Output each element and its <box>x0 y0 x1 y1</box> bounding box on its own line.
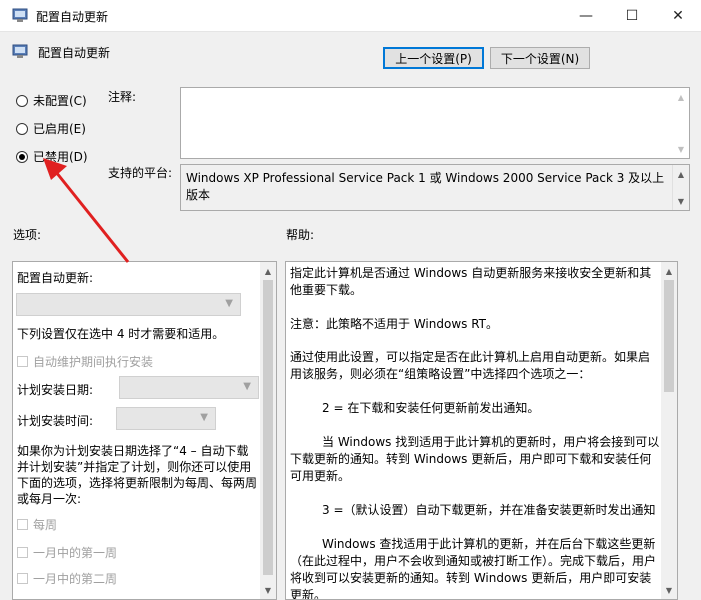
scroll-up-icon[interactable]: ▲ <box>661 263 677 279</box>
comment-label: 注释: <box>108 90 137 104</box>
help-scrollbar[interactable]: ▲ ▼ <box>661 262 677 599</box>
scroll-up-icon[interactable]: ▲ <box>260 263 276 279</box>
schedule-day-dropdown[interactable]: ▼ <box>119 376 259 399</box>
minimize-button[interactable]: — <box>563 0 609 31</box>
radio-label: 未配置(C) <box>33 94 87 108</box>
schedule-time-label: 计划安装时间: <box>17 414 94 428</box>
help-panel: 指定此计算机是否通过 Windows 自动更新服务来接收安全更新和其他重要下载。… <box>285 261 678 600</box>
schedule-description: 如果你为计划安装日期选择了“4 – 自动下载并计划安装”并指定了计划，则你还可以… <box>17 444 258 506</box>
checkbox[interactable] <box>17 519 28 530</box>
radio-circle[interactable] <box>16 94 28 107</box>
scroll-up-icon[interactable]: ▲ <box>673 89 689 105</box>
scroll-down-icon[interactable]: ▼ <box>661 582 677 598</box>
options-scrollbar[interactable]: ▲ ▼ <box>260 262 276 599</box>
platform-label: 支持的平台: <box>108 166 173 180</box>
radio-not-configured[interactable]: 未配置(C) <box>16 92 87 109</box>
options-panel: 配置自动更新: ▼ 下列设置仅在选中 4 时才需要和适用。 自动维护期间执行安装… <box>12 261 277 600</box>
auto-maintenance-checkbox-row[interactable]: 自动维护期间执行安装 <box>17 353 153 370</box>
scroll-up-icon[interactable]: ▲ <box>673 166 689 182</box>
radio-label: 已禁用(D) <box>33 150 88 164</box>
options-note: 下列设置仅在选中 4 时才需要和适用。 <box>17 327 225 341</box>
chevron-down-icon: ▼ <box>225 298 233 309</box>
chevron-down-icon: ▼ <box>243 381 251 392</box>
maximize-button[interactable]: ☐ <box>609 0 655 31</box>
first-week-checkbox-row[interactable]: 一月中的第一周 <box>17 544 117 561</box>
platform-box: Windows XP Professional Service Pack 1 或… <box>180 164 690 211</box>
scroll-down-icon[interactable]: ▼ <box>673 141 689 157</box>
radio-label: 已启用(E) <box>33 122 86 136</box>
help-paragraph: 通过使用此设置，可以指定是否在此计算机上启用自动更新。如果启用该服务，则必须在“… <box>290 350 651 381</box>
schedule-time-dropdown[interactable]: ▼ <box>116 407 216 430</box>
help-heading: 帮助: <box>286 228 315 242</box>
help-paragraph: 2 = 在下载和安装任何更新前发出通知。 <box>322 401 540 415</box>
second-week-checkbox-row[interactable]: 一月中的第二周 <box>17 570 117 587</box>
weekly-checkbox-row[interactable]: 每周 <box>17 516 57 533</box>
configure-updates-label: 配置自动更新: <box>17 271 94 285</box>
comment-textarea[interactable]: ▲ ▼ <box>180 87 690 159</box>
previous-setting-button[interactable]: 上一个设置(P) <box>383 47 484 69</box>
platform-text: Windows XP Professional Service Pack 1 或… <box>186 171 665 202</box>
minimize-icon: — <box>579 7 593 24</box>
setting-title: 配置自动更新 <box>38 46 111 60</box>
scroll-down-icon[interactable]: ▼ <box>673 193 689 209</box>
comment-scrollbar[interactable]: ▲ ▼ <box>673 88 689 158</box>
help-paragraph: Windows 查找适用于此计算机的更新，并在后台下载这些更新（在此过程中，用户… <box>290 537 657 600</box>
scroll-down-icon[interactable]: ▼ <box>260 582 276 598</box>
checkbox[interactable] <box>17 573 28 584</box>
close-icon: ✕ <box>672 7 684 24</box>
scroll-thumb[interactable] <box>263 280 273 575</box>
options-heading: 选项: <box>13 228 42 242</box>
window-title: 配置自动更新 <box>36 10 109 24</box>
policy-app-icon <box>12 8 28 22</box>
radio-disabled[interactable]: 已禁用(D) <box>16 148 88 165</box>
radio-circle-selected[interactable] <box>16 150 28 163</box>
help-paragraph: 3 =（默认设置）自动下载更新，并在准备安装更新时发出通知 <box>322 503 656 517</box>
configure-updates-dropdown[interactable]: ▼ <box>16 293 241 316</box>
platform-scrollbar[interactable]: ▲ ▼ <box>672 165 689 210</box>
scroll-thumb[interactable] <box>664 280 674 392</box>
maximize-icon: ☐ <box>625 7 639 24</box>
help-paragraph: 注意：此策略不适用于 Windows RT。 <box>290 317 498 331</box>
second-week-label: 一月中的第二周 <box>33 572 118 586</box>
auto-maintenance-label: 自动维护期间执行安装 <box>33 355 154 369</box>
help-paragraph: 指定此计算机是否通过 Windows 自动更新服务来接收安全更新和其他重要下载。 <box>290 266 652 297</box>
close-button[interactable]: ✕ <box>655 0 701 31</box>
checkbox[interactable] <box>17 547 28 558</box>
radio-enabled[interactable]: 已启用(E) <box>16 120 86 137</box>
schedule-day-label: 计划安装日期: <box>17 383 94 397</box>
checkbox[interactable] <box>17 356 28 367</box>
first-week-label: 一月中的第一周 <box>33 546 118 560</box>
weekly-label: 每周 <box>33 518 58 532</box>
help-paragraph: 当 Windows 找到适用于此计算机的更新时，用户将会接到可以下载更新的通知。… <box>290 435 660 483</box>
title-bar: 配置自动更新 — ☐ ✕ <box>0 0 701 32</box>
chevron-down-icon: ▼ <box>200 412 208 423</box>
radio-circle[interactable] <box>16 122 28 135</box>
next-setting-button[interactable]: 下一个设置(N) <box>490 47 590 69</box>
policy-setting-icon <box>12 44 28 58</box>
